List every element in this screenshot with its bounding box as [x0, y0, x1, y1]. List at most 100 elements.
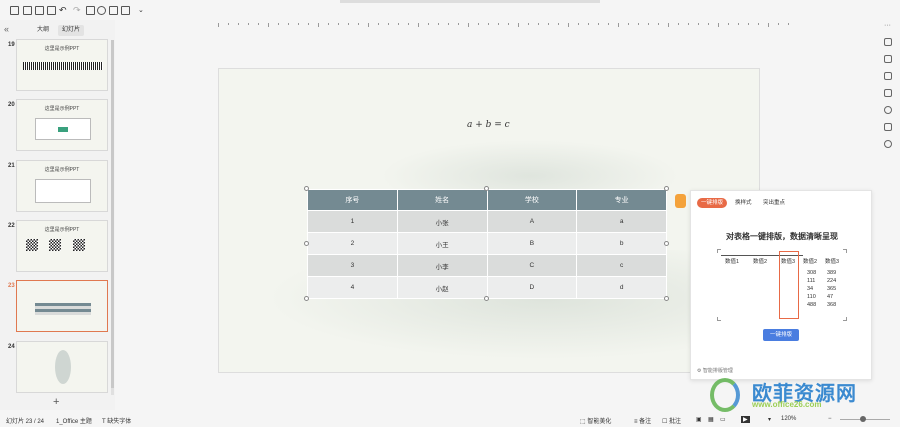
ruler-tick	[608, 23, 609, 25]
popup-heading: 对表格一键排版，数据清晰呈现	[726, 232, 838, 241]
table-header-cell[interactable]: 专业	[576, 189, 667, 211]
table-cell[interactable]: a	[576, 210, 667, 233]
notes-button[interactable]: ≡ 备注	[634, 416, 651, 425]
popup-footer[interactable]: ⚙ 智能排版管理	[697, 367, 733, 374]
table-cell[interactable]: 小王	[396, 232, 488, 255]
ruler-tick	[248, 23, 249, 25]
more-icon[interactable]: ⌄	[138, 6, 144, 14]
ruler-tick	[398, 23, 399, 25]
resize-handle[interactable]	[304, 296, 309, 301]
table-header-cell[interactable]: 序号	[307, 189, 398, 211]
table-cell[interactable]: D	[486, 276, 578, 299]
undo-icon[interactable]: ↶	[59, 5, 67, 16]
resize-handle[interactable]	[304, 186, 309, 191]
table-cell[interactable]: 1	[307, 210, 398, 233]
ruler-tick	[478, 23, 479, 25]
table-cell[interactable]: A	[486, 210, 578, 233]
slide-thumbnail-19[interactable]: 这里是示例PPT	[16, 39, 108, 91]
resize-handle[interactable]	[664, 241, 669, 246]
smart-beautify-button[interactable]: ⬚ 智能美化	[580, 416, 611, 425]
collapse-panel-icon[interactable]: «	[4, 24, 9, 34]
zoom-out-icon[interactable]: ▾	[768, 416, 771, 423]
ruler-tick	[488, 23, 489, 25]
zoom-slider-knob[interactable]	[860, 416, 866, 422]
ruler-tick	[258, 23, 259, 25]
settings-icon[interactable]	[884, 55, 892, 63]
table-header-cell[interactable]: 姓名	[396, 189, 488, 211]
reading-view-icon[interactable]: ▭	[720, 416, 726, 423]
thumbnail-scrollbar-thumb[interactable]	[111, 40, 114, 388]
export-icon[interactable]	[109, 6, 118, 15]
slide-table[interactable]: 序号 姓名 学校 专业 1 小张 A a 2 小王 B b 3 小李 C c 4…	[307, 189, 667, 299]
screenshot-icon[interactable]	[121, 6, 130, 15]
preview-header: 数值2	[803, 259, 818, 265]
resize-handle[interactable]	[484, 296, 489, 301]
play-icon[interactable]	[97, 6, 106, 15]
tab-slides[interactable]: 幻灯片	[58, 25, 84, 36]
print-icon[interactable]	[35, 6, 44, 15]
zoom-minus-icon[interactable]: −	[828, 416, 832, 422]
save-icon[interactable]	[23, 6, 32, 15]
normal-view-icon[interactable]: ▣	[696, 416, 702, 423]
table-cell[interactable]: 小赵	[396, 276, 488, 299]
sorter-view-icon[interactable]: ▦	[708, 416, 714, 423]
table-cell[interactable]: 2	[307, 232, 398, 255]
image-tool-icon[interactable]	[884, 123, 892, 131]
ruler-tick	[268, 23, 269, 27]
ruler-tick	[358, 23, 359, 25]
ruler-tick	[518, 23, 519, 27]
ruler-tick	[658, 23, 659, 25]
table-cell[interactable]: 3	[307, 254, 398, 277]
table-header-cell[interactable]: 学校	[486, 189, 578, 211]
table-cell[interactable]: B	[486, 232, 578, 255]
table-cell[interactable]: c	[576, 254, 667, 277]
format-painter-icon[interactable]	[86, 6, 95, 15]
animation-icon[interactable]	[884, 72, 892, 80]
tab-highlight[interactable]: 突出重点	[759, 198, 789, 208]
qr-code-image	[73, 239, 85, 251]
table-cell[interactable]: 4	[307, 276, 398, 299]
resize-handle[interactable]	[484, 186, 489, 191]
property-icon[interactable]	[884, 38, 892, 46]
tab-outline[interactable]: 大纲	[28, 25, 58, 36]
ruler-tick	[718, 23, 719, 27]
slide-thumbnail-24[interactable]	[16, 341, 108, 393]
slide-layout-icon[interactable]	[884, 89, 892, 97]
ruler-tick	[748, 23, 749, 25]
slide-thumbnail-21[interactable]: 这里是示例PPT	[16, 160, 108, 212]
table-cell[interactable]: C	[486, 254, 578, 277]
print-preview-icon[interactable]	[47, 6, 56, 15]
redo-icon[interactable]: ↷	[73, 5, 81, 16]
more-options-icon[interactable]: ···	[884, 22, 891, 29]
comments-button[interactable]: ☐ 批注	[662, 416, 681, 425]
table-cell[interactable]: b	[576, 232, 667, 255]
slide-thumbnail-20[interactable]: 这里是示例PPT	[16, 99, 108, 151]
add-slide-button[interactable]: +	[53, 396, 59, 408]
location-icon[interactable]	[884, 140, 892, 148]
slide-thumbnail-22[interactable]: 这里是示例PPT	[16, 220, 108, 272]
one-key-layout-button[interactable]: 一键排版	[763, 329, 799, 341]
tab-change-style[interactable]: 换样式	[731, 198, 756, 208]
qr-code-image	[49, 239, 61, 251]
open-file-icon[interactable]	[10, 6, 19, 15]
resize-handle[interactable]	[664, 296, 669, 301]
decorative-image	[55, 350, 71, 384]
slideshow-play-icon[interactable]: ▶	[741, 416, 750, 423]
ruler-tick	[728, 23, 729, 25]
resize-handle[interactable]	[664, 186, 669, 191]
smart-suggestion-icon[interactable]	[675, 194, 686, 208]
zoom-level[interactable]: 120%	[781, 416, 796, 422]
help-icon[interactable]	[884, 106, 892, 114]
slide-thumbnail-23[interactable]	[16, 280, 108, 332]
missing-font-button[interactable]: T 缺失字体	[102, 416, 131, 425]
ruler-tick	[768, 23, 769, 27]
resize-handle[interactable]	[304, 241, 309, 246]
tab-one-key-layout[interactable]: 一键排版	[697, 198, 728, 208]
table-cell[interactable]: 小李	[396, 254, 488, 277]
ruler-tick	[568, 23, 569, 27]
preview-header: 数值1	[725, 259, 740, 265]
formula-text[interactable]: a + b = c	[467, 120, 510, 130]
theme-label[interactable]: 1_Office 主题	[56, 416, 92, 425]
table-cell[interactable]: 小张	[396, 210, 488, 233]
table-cell[interactable]: d	[576, 276, 667, 299]
